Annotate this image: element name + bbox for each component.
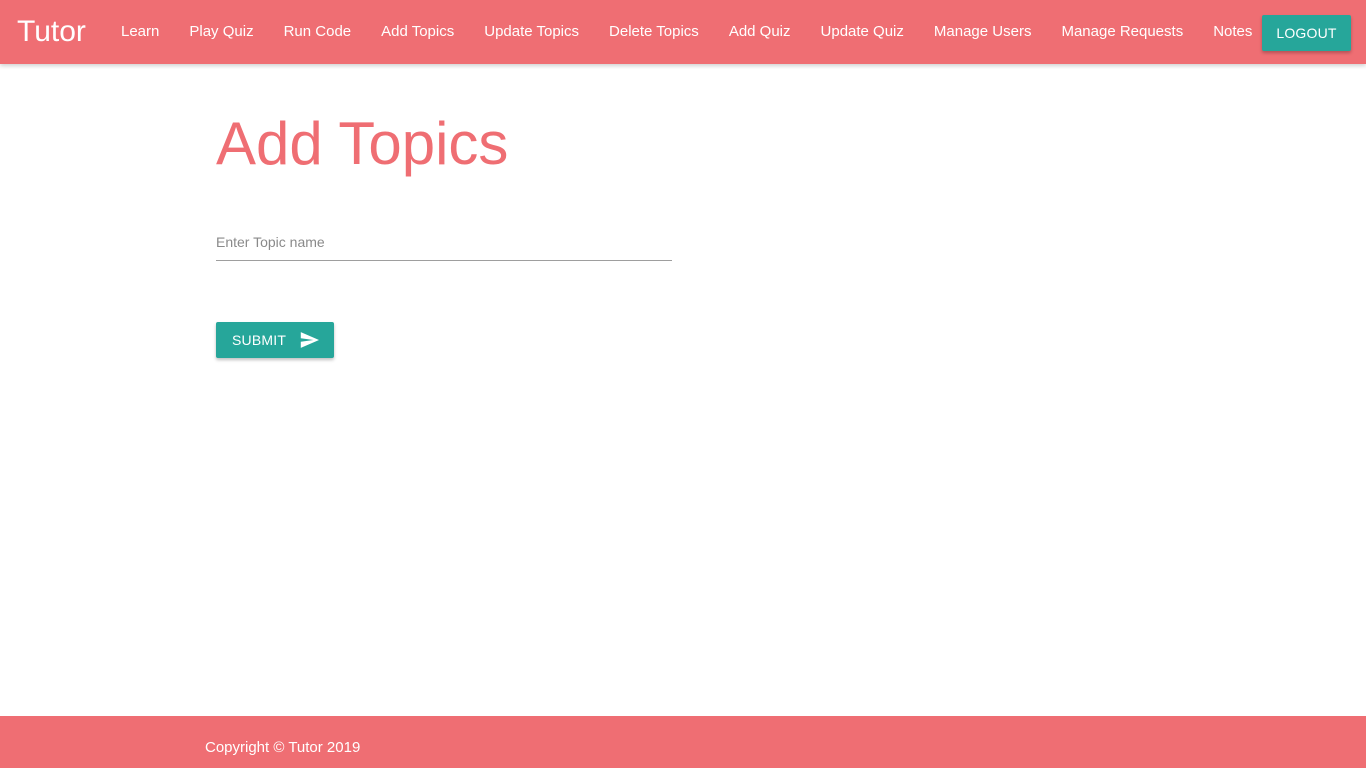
- nav-link-add-topics[interactable]: Add Topics: [366, 0, 469, 64]
- topic-name-input[interactable]: [216, 224, 672, 261]
- nav-link-play-quiz[interactable]: Play Quiz: [174, 0, 268, 64]
- nav-links: Learn Play Quiz Run Code Add Topics Upda…: [106, 0, 1267, 64]
- page-footer: Copyright © Tutor 2019: [0, 716, 1366, 768]
- page-title: Add Topics: [216, 110, 509, 177]
- brand-logo[interactable]: Tutor: [17, 14, 86, 50]
- nav-link-update-topics[interactable]: Update Topics: [469, 0, 594, 64]
- nav-link-manage-requests[interactable]: Manage Requests: [1046, 0, 1198, 64]
- top-navbar: Tutor Learn Play Quiz Run Code Add Topic…: [0, 0, 1366, 64]
- nav-link-manage-users[interactable]: Manage Users: [919, 0, 1047, 64]
- nav-link-run-code[interactable]: Run Code: [269, 0, 367, 64]
- submit-button[interactable]: SUBMIT: [216, 322, 334, 358]
- send-icon: [300, 332, 319, 348]
- nav-link-notes[interactable]: Notes: [1198, 0, 1267, 64]
- nav-link-learn[interactable]: Learn: [106, 0, 174, 64]
- submit-button-label: SUBMIT: [232, 332, 287, 348]
- nav-link-delete-topics[interactable]: Delete Topics: [594, 0, 714, 64]
- nav-link-add-quiz[interactable]: Add Quiz: [714, 0, 806, 64]
- copyright-text: Copyright © Tutor 2019: [205, 739, 361, 756]
- nav-link-update-quiz[interactable]: Update Quiz: [806, 0, 919, 64]
- logout-button[interactable]: LOGOUT: [1262, 15, 1351, 51]
